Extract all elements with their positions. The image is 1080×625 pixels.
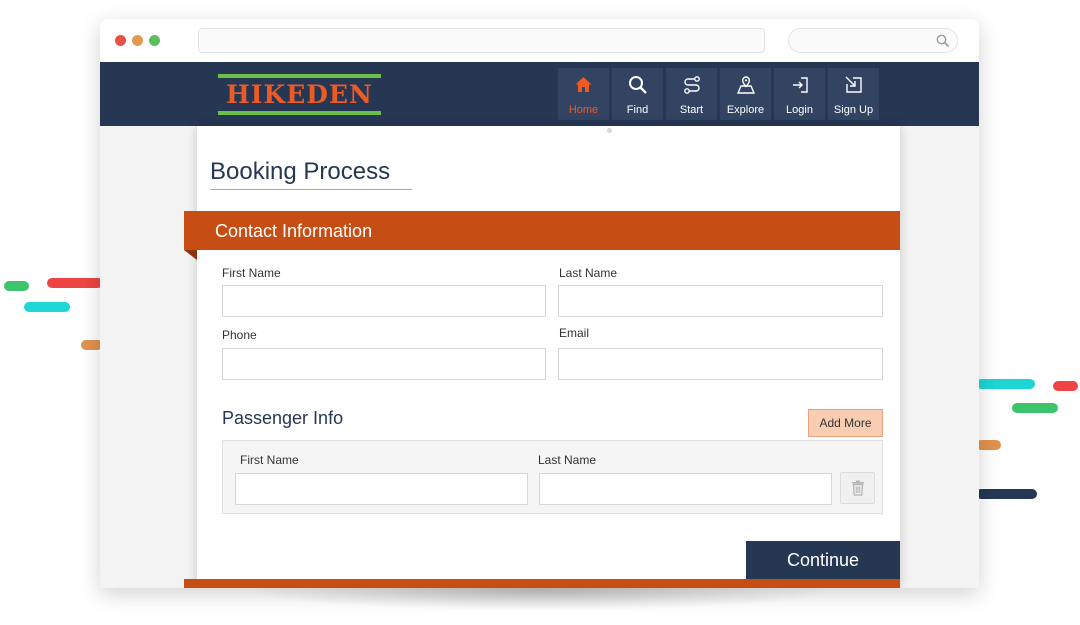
phone-field[interactable] [222, 348, 546, 380]
last-name-label: Last Name [559, 266, 618, 280]
logo-bar-bottom [218, 111, 381, 115]
nav-find-label: Find [626, 104, 649, 116]
map-icon [736, 76, 756, 94]
delete-passenger-button[interactable] [840, 472, 875, 504]
title-underline [210, 189, 412, 190]
login-icon [793, 77, 808, 93]
last-name-field[interactable] [558, 285, 883, 317]
window-maximize-dot[interactable] [149, 35, 160, 46]
address-bar[interactable] [198, 28, 765, 53]
nav-home-label: Home [568, 104, 599, 116]
nav-explore-label: Explore [726, 104, 765, 116]
stage: HIKEDEN Home Find Start Explore Login Si… [0, 0, 1080, 625]
browser-window: HIKEDEN Home Find Start Explore Login Si… [100, 19, 979, 588]
bottom-accent-bar [184, 579, 900, 588]
email-field[interactable] [558, 348, 883, 380]
decor-dash [1012, 403, 1058, 413]
nav-login[interactable]: Login [774, 68, 825, 120]
trash-icon [852, 480, 864, 496]
scroll-indicator-dot [607, 128, 612, 133]
first-name-label: First Name [222, 266, 281, 280]
decor-dash [24, 302, 70, 312]
logo-text: HIKEDEN [226, 80, 373, 109]
logo-bar-top [218, 74, 381, 78]
passenger-first-name-label: First Name [240, 453, 299, 467]
decor-dash [47, 278, 103, 288]
decor-dash [976, 489, 1037, 499]
nav-explore[interactable]: Explore [720, 68, 771, 120]
browser-search-box[interactable] [788, 28, 958, 53]
nav-signup-label: Sign Up [833, 104, 874, 116]
passenger-info-title: Passenger Info [222, 408, 344, 428]
first-name-field[interactable] [222, 285, 546, 317]
window-close-dot[interactable] [115, 35, 126, 46]
nav-home[interactable]: Home [558, 68, 609, 120]
decor-dash [4, 281, 29, 291]
email-label: Email [559, 326, 590, 340]
page-title: Booking Process [210, 158, 391, 185]
booking-page: Booking Process Contact Information Firs… [184, 126, 900, 588]
nav-login-label: Login [786, 104, 813, 116]
search-icon [629, 76, 647, 94]
passenger-row: First Name Last Name [222, 440, 883, 514]
contact-info-ribbon: Contact Information [184, 211, 900, 250]
signup-icon [845, 76, 862, 93]
continue-button[interactable]: Continue [746, 541, 900, 579]
decor-dash [976, 379, 1035, 389]
decor-dash [976, 440, 1001, 450]
site-header: HIKEDEN Home Find Start Explore Login Si… [100, 62, 979, 126]
window-minimize-dot[interactable] [132, 35, 143, 46]
phone-label: Phone [222, 328, 257, 342]
decor-dash [1053, 381, 1078, 391]
nav-signup[interactable]: Sign Up [828, 68, 879, 120]
nav-start-label: Start [679, 104, 704, 116]
browser-chrome [100, 19, 979, 62]
nav-find[interactable]: Find [612, 68, 663, 120]
home-icon [575, 77, 592, 92]
add-more-button[interactable]: Add More [808, 409, 883, 437]
nav-start[interactable]: Start [666, 68, 717, 120]
ribbon-fold [184, 250, 197, 260]
contact-info-title: Contact Information [215, 221, 373, 241]
site-logo[interactable]: HIKEDEN [218, 74, 381, 115]
search-icon [936, 34, 950, 48]
passenger-first-name-field[interactable] [235, 473, 528, 505]
route-icon [684, 76, 700, 94]
passenger-last-name-field[interactable] [539, 473, 832, 505]
passenger-last-name-label: Last Name [538, 453, 597, 467]
